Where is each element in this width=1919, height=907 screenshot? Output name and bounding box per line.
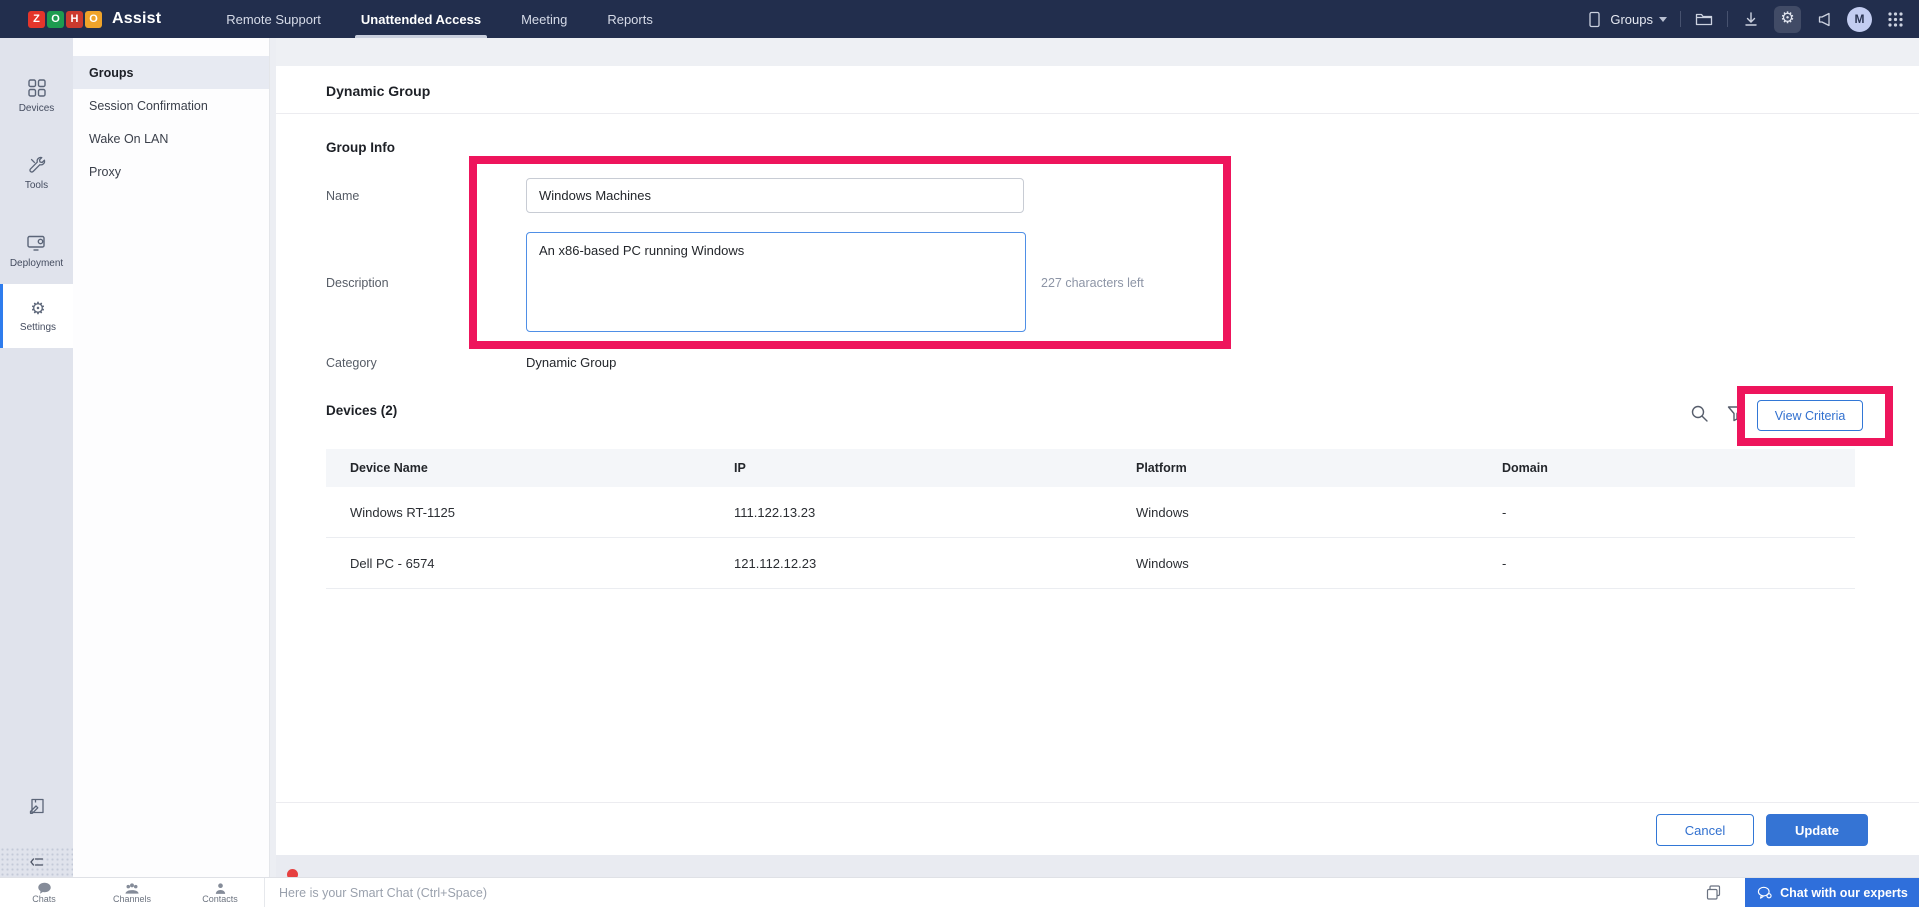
sidebar-item-label: Deployment [10,258,63,269]
footer-divider [276,802,1919,803]
cell-domain: - [1502,505,1855,520]
bottom-gray-band [276,855,1919,877]
submenu-item-proxy[interactable]: Proxy [73,155,269,188]
primary-sidebar: Devices Tools Deployment ⚙ Settings [0,38,73,877]
smart-chat-input-area [264,878,1681,907]
top-nav: Remote Support Unattended Access Meeting… [206,0,673,38]
cancel-button[interactable]: Cancel [1656,814,1754,846]
sidebar-item-label: Tools [25,180,48,191]
divider [1727,11,1728,27]
settings-gear-icon: ⚙ [30,300,45,317]
logo-tile-o2: O [85,11,102,28]
description-label: Description [326,276,389,290]
chat-tab-label: Chats [32,894,56,904]
nav-reports[interactable]: Reports [587,0,673,38]
column-header-device-name: Device Name [326,461,734,475]
groups-dropdown-label: Groups [1610,12,1653,27]
submenu-item-session-confirmation[interactable]: Session Confirmation [73,89,269,122]
table-row[interactable]: Dell PC - 6574 121.112.12.23 Windows - [326,538,1855,589]
feedback-note-icon [27,796,47,816]
title-divider [276,113,1919,114]
cell-platform: Windows [1136,505,1502,520]
name-label: Name [326,189,359,203]
column-header-platform: Platform [1136,461,1502,475]
cell-platform: Windows [1136,556,1502,571]
folder-icon[interactable] [1694,9,1714,29]
settings-gear-button[interactable]: ⚙ [1774,6,1801,33]
experts-chat-icon [1756,885,1773,900]
chat-tab-contacts[interactable]: Contacts [176,878,264,907]
table-row[interactable]: Windows RT-1125 111.122.13.23 Windows - [326,487,1855,538]
download-icon[interactable] [1741,9,1761,29]
devices-table-header: Device Name IP Platform Domain [326,449,1855,487]
name-input[interactable] [526,178,1024,213]
search-icon[interactable] [1688,402,1710,424]
characters-left-counter: 227 characters left [1041,276,1144,290]
sidebar-item-label: Settings [20,322,56,333]
view-criteria-button[interactable]: View Criteria [1757,400,1863,431]
devices-grid-icon [27,78,47,98]
description-textarea[interactable]: An x86-based PC running Windows [526,232,1026,332]
group-info-heading: Group Info [326,140,395,155]
smart-chat-input[interactable] [279,886,1681,900]
avatar[interactable]: M [1847,7,1872,32]
topbar-controls: Groups ⚙ M [1584,6,1905,33]
cell-device-name: Windows RT-1125 [326,505,734,520]
cell-ip: 111.122.13.23 [734,505,1136,520]
chat-tab-label: Channels [113,894,151,904]
gear-icon: ⚙ [1780,11,1794,27]
logo-tile-o1: O [47,11,64,28]
deployment-monitor-icon [26,233,47,253]
filter-icon[interactable] [1724,402,1746,424]
cell-device-name: Dell PC - 6574 [326,556,734,571]
apps-grid-icon[interactable] [1885,9,1905,29]
category-value: Dynamic Group [526,355,616,370]
sidebar-item-label: Devices [19,103,55,114]
submenu-item-wake-on-lan[interactable]: Wake On LAN [73,122,269,155]
smart-chat-bar: Chats Channels Contacts Chat with our ex… [0,877,1919,907]
tools-icon [27,155,47,175]
experts-label: Chat with our experts [1780,886,1908,900]
logo-tile-z: Z [28,11,45,28]
sidebar-item-deployment[interactable]: Deployment [0,219,73,283]
panel-gutter [270,38,276,877]
topbar: Z O H O Assist Remote Support Unattended… [0,0,1919,38]
settings-submenu: Groups Session Confirmation Wake On LAN … [73,38,270,877]
sidebar-item-settings[interactable]: ⚙ Settings [0,284,73,348]
sidebar-collapse-strip[interactable] [0,847,73,877]
chat-tab-channels[interactable]: Channels [88,878,176,907]
device-icon [1584,9,1604,29]
devices-heading: Devices (2) [326,403,397,418]
collapse-icon [28,853,46,871]
feedback-button[interactable] [0,783,73,829]
column-header-domain: Domain [1502,461,1855,475]
logo-tile-h: H [66,11,83,28]
chat-windows-button[interactable] [1681,878,1745,907]
sidebar-item-tools[interactable]: Tools [0,141,73,205]
column-header-ip: IP [734,461,1136,475]
cell-ip: 121.112.12.23 [734,556,1136,571]
submenu-item-groups[interactable]: Groups [73,56,269,89]
chevron-down-icon [1659,17,1667,22]
sidebar-item-devices[interactable]: Devices [0,64,73,128]
groups-dropdown[interactable]: Groups [1584,9,1667,29]
chat-with-experts-button[interactable]: Chat with our experts [1745,878,1919,907]
chat-tab-chats[interactable]: Chats [0,878,88,907]
nav-remote-support[interactable]: Remote Support [206,0,341,38]
update-button[interactable]: Update [1766,814,1868,846]
chat-tab-label: Contacts [202,894,238,904]
product-name: Assist [112,10,161,28]
devices-table: Device Name IP Platform Domain Windows R… [326,449,1855,589]
nav-meeting[interactable]: Meeting [501,0,587,38]
page-title: Dynamic Group [326,83,430,99]
stacked-windows-icon [1705,884,1722,901]
zoho-assist-logo[interactable]: Z O H O Assist [28,10,161,28]
category-label: Category [326,356,377,370]
nav-unattended-access[interactable]: Unattended Access [341,0,501,38]
megaphone-icon[interactable] [1814,9,1834,29]
cell-domain: - [1502,556,1855,571]
divider [1680,11,1681,27]
